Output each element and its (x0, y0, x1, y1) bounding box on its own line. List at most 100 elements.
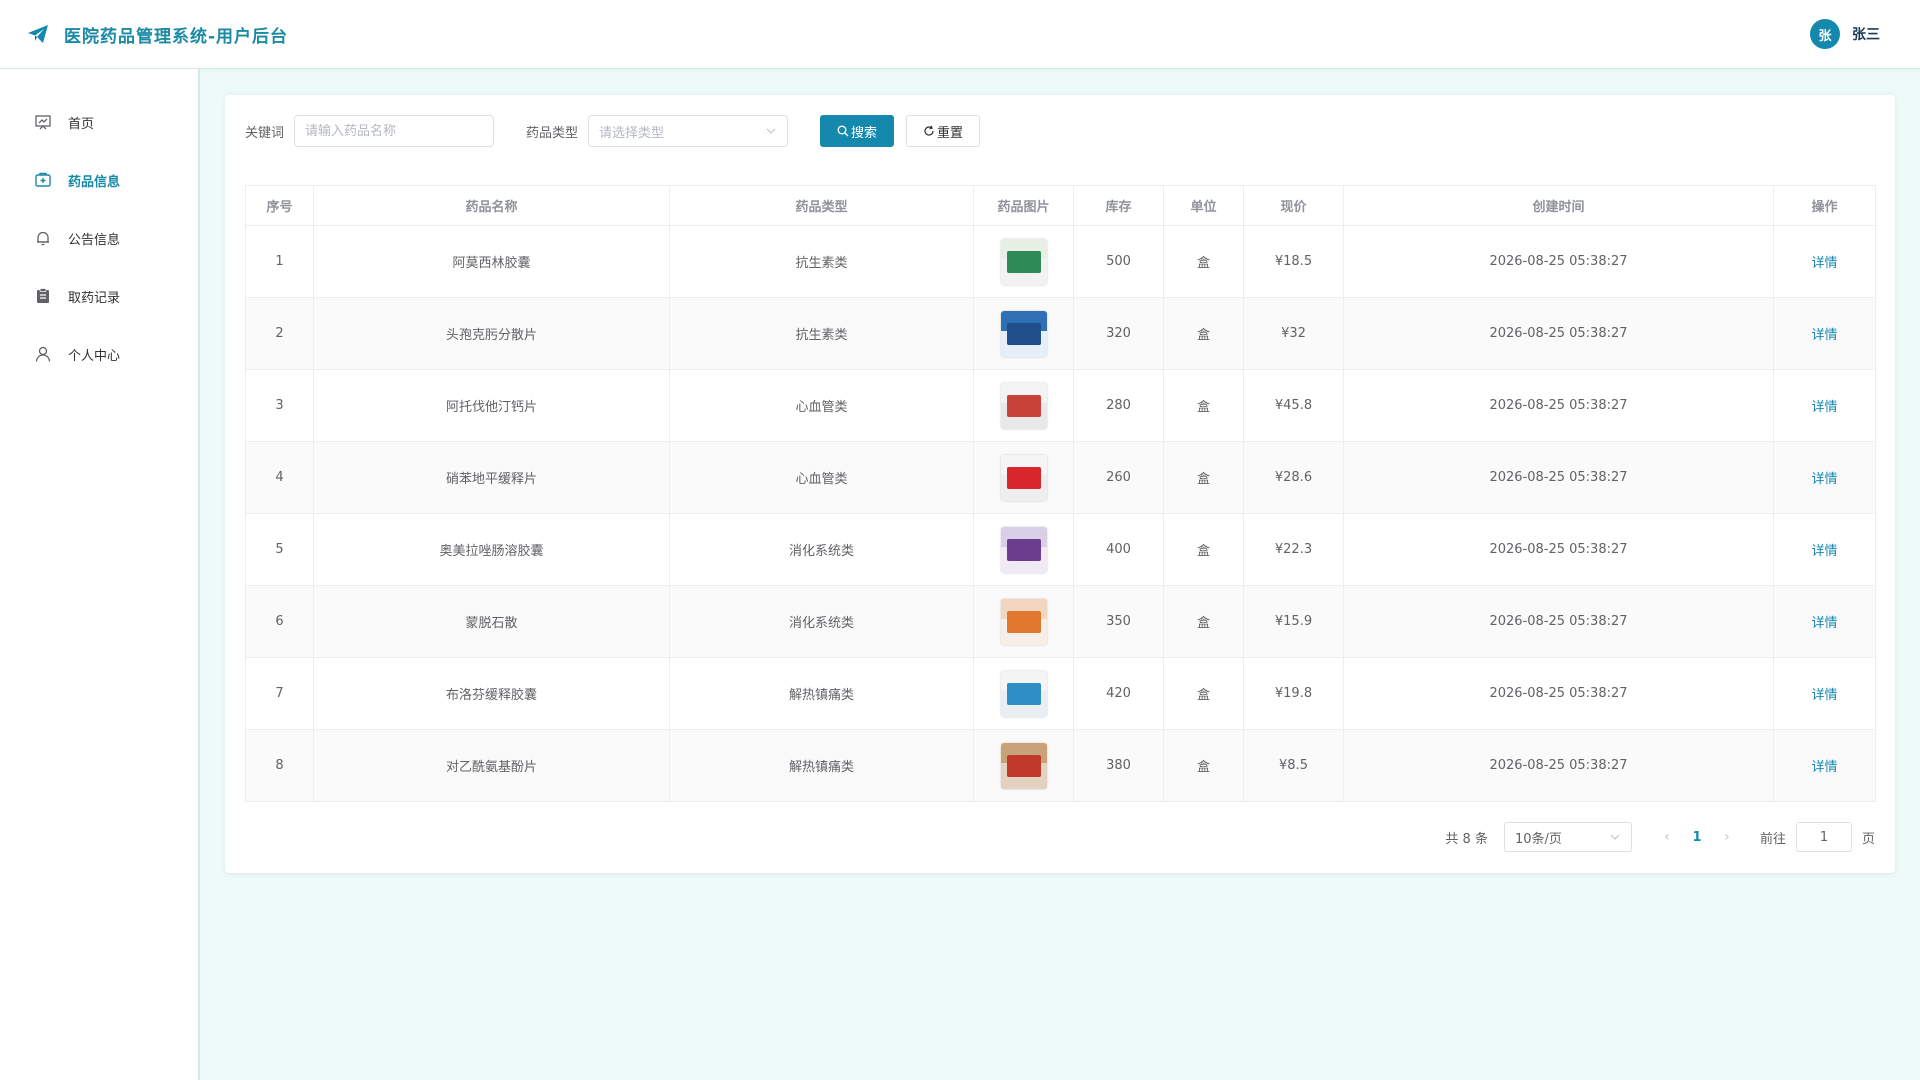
cell-image (973, 369, 1074, 442)
medicine-box-icon (35, 172, 51, 187)
cell-no: 2 (245, 297, 314, 370)
sidebar-item-label: 药品信息 (68, 174, 121, 190)
goto-label: 前往 (1759, 831, 1786, 847)
cell-created: 2026-08-25 05:38:27 (1343, 225, 1774, 298)
sidebar-item-label: 首页 (68, 116, 95, 132)
cell-price: ¥19.8 (1243, 657, 1344, 730)
cell-name: 布洛芬缓释胶囊 (313, 657, 670, 730)
cell-created: 2026-08-25 05:38:27 (1343, 441, 1774, 514)
search-bar: 关键词 药品类型 请选择类型 搜索 重置 (245, 115, 981, 147)
medicine-image[interactable] (1000, 526, 1047, 573)
cell-unit: 盒 (1163, 513, 1244, 586)
cell-created: 2026-08-25 05:38:27 (1343, 513, 1774, 586)
medicine-image[interactable] (1000, 742, 1047, 789)
column-header-action: 操作 (1773, 185, 1876, 226)
sidebar-item-home[interactable]: 首页 (0, 93, 198, 151)
cell-price: ¥22.3 (1243, 513, 1344, 586)
cell-no: 3 (245, 369, 314, 442)
column-header-price: 现价 (1243, 185, 1344, 226)
cell-price: ¥18.5 (1243, 225, 1344, 298)
detail-link[interactable]: 详情 (1811, 256, 1837, 271)
prev-page-button[interactable]: ‹ (1652, 829, 1682, 845)
sidebar-item-label: 取药记录 (68, 290, 121, 306)
sidebar-item-label: 个人中心 (68, 348, 121, 364)
goto-page-input[interactable] (1795, 822, 1852, 852)
username[interactable]: 张三 (1852, 24, 1880, 44)
detail-link[interactable]: 详情 (1811, 400, 1837, 415)
cell-name: 硝苯地平缓释片 (313, 441, 670, 514)
reset-button-label: 重置 (937, 125, 964, 141)
user-menu[interactable]: 张 张三 (1810, 19, 1920, 49)
table-row: 6 蒙脱石散 消化系统类 350 盒 ¥15.9 2026-08-25 05:3… (245, 585, 1876, 658)
detail-link[interactable]: 详情 (1811, 472, 1837, 487)
cell-unit: 盒 (1163, 657, 1244, 730)
search-button-label: 搜索 (851, 125, 878, 141)
column-header-stock: 库存 (1073, 185, 1164, 226)
cell-image (973, 729, 1074, 802)
cell-name: 阿莫西林胶囊 (313, 225, 670, 298)
pagination: 共 8 条 10条/页 ‹ 1 › 前往 页 (1445, 822, 1875, 852)
cell-unit: 盒 (1163, 297, 1244, 370)
sidebar-item-label: 公告信息 (68, 232, 121, 248)
table-header-row: 序号 药品名称 药品类型 药品图片 库存 单位 现价 创建时间 操作 (245, 185, 1876, 226)
cell-price: ¥8.5 (1243, 729, 1344, 802)
reset-button[interactable]: 重置 (906, 115, 981, 147)
sidebar-item-announcements[interactable]: 公告信息 (0, 209, 198, 267)
cell-image (973, 297, 1074, 370)
brand: 医院药品管理系统-用户后台 (0, 22, 288, 47)
cell-type: 解热镇痛类 (669, 657, 974, 730)
sidebar-item-profile[interactable]: 个人中心 (0, 325, 198, 383)
detail-link[interactable]: 详情 (1811, 544, 1837, 559)
medicine-image[interactable] (1000, 238, 1047, 285)
cell-image (973, 657, 1074, 730)
sidebar-item-pickup-records[interactable]: 取药记录 (0, 267, 198, 325)
table-row: 5 奥美拉唑肠溶胶囊 消化系统类 400 盒 ¥22.3 2026-08-25 … (245, 513, 1876, 586)
cell-name: 阿托伐他汀钙片 (313, 369, 670, 442)
next-page-button[interactable]: › (1712, 829, 1742, 845)
medicine-image[interactable] (1000, 670, 1047, 717)
search-icon (837, 125, 849, 137)
cell-type: 消化系统类 (669, 513, 974, 586)
main-card: 关键词 药品类型 请选择类型 搜索 重置 (225, 95, 1895, 873)
table-row: 7 布洛芬缓释胶囊 解热镇痛类 420 盒 ¥19.8 2026-08-25 0… (245, 657, 1876, 730)
column-header-no: 序号 (245, 185, 314, 226)
keyword-input[interactable] (294, 115, 495, 147)
cell-price: ¥28.6 (1243, 441, 1344, 514)
page-size-select[interactable]: 10条/页 (1503, 822, 1632, 852)
cell-type: 解热镇痛类 (669, 729, 974, 802)
cell-stock: 420 (1073, 657, 1164, 730)
cell-image (973, 585, 1074, 658)
cell-created: 2026-08-25 05:38:27 (1343, 297, 1774, 370)
cell-no: 5 (245, 513, 314, 586)
medicine-image[interactable] (1000, 310, 1047, 357)
medicine-image[interactable] (1000, 382, 1047, 429)
detail-link[interactable]: 详情 (1811, 616, 1837, 631)
detail-link[interactable]: 详情 (1811, 760, 1837, 775)
cell-action: 详情 (1773, 657, 1876, 730)
detail-link[interactable]: 详情 (1811, 328, 1837, 343)
cell-image (973, 225, 1074, 298)
keyword-label: 关键词 (245, 125, 285, 141)
medicine-image[interactable] (1000, 598, 1047, 645)
user-icon (35, 346, 51, 362)
cell-action: 详情 (1773, 513, 1876, 586)
page-suffix: 页 (1861, 831, 1875, 847)
sidebar-item-medicine[interactable]: 药品信息 (0, 151, 198, 209)
paper-plane-icon (28, 25, 48, 43)
medicine-image[interactable] (1000, 454, 1047, 501)
type-select[interactable]: 请选择类型 (588, 115, 789, 147)
cell-price: ¥15.9 (1243, 585, 1344, 658)
cell-no: 1 (245, 225, 314, 298)
cell-action: 详情 (1773, 585, 1876, 658)
search-button[interactable]: 搜索 (820, 115, 895, 147)
cell-no: 4 (245, 441, 314, 514)
cell-name: 头孢克肟分散片 (313, 297, 670, 370)
page-number-current[interactable]: 1 (1682, 830, 1712, 845)
cell-type: 抗生素类 (669, 297, 974, 370)
cell-action: 详情 (1773, 225, 1876, 298)
cell-name: 对乙酰氨基酚片 (313, 729, 670, 802)
cell-name: 奥美拉唑肠溶胶囊 (313, 513, 670, 586)
cell-price: ¥45.8 (1243, 369, 1344, 442)
detail-link[interactable]: 详情 (1811, 688, 1837, 703)
avatar[interactable]: 张 (1810, 19, 1840, 49)
